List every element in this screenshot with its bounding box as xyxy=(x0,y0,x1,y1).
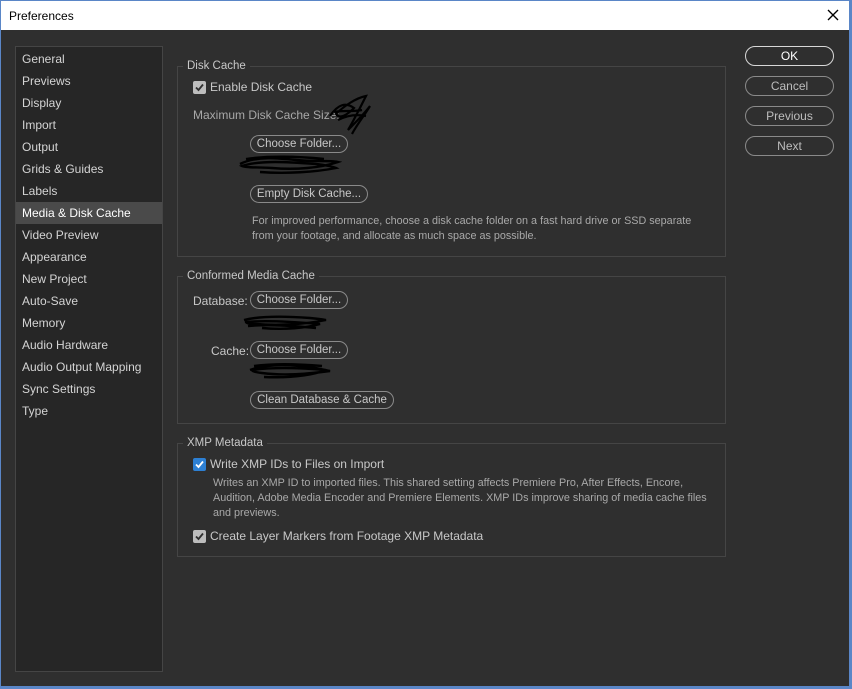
create-layer-markers-label: Create Layer Markers from Footage XMP Me… xyxy=(210,529,484,543)
write-xmp-ids-label: Write XMP IDs to Files on Import xyxy=(210,457,385,471)
window-title: Preferences xyxy=(9,9,74,23)
choose-cache-folder-button[interactable]: Choose Folder... xyxy=(250,341,348,359)
title-bar: Preferences xyxy=(0,0,850,30)
cancel-button[interactable]: Cancel xyxy=(745,76,834,96)
next-button[interactable]: Next xyxy=(745,136,834,156)
sidebar-item-previews[interactable]: Previews xyxy=(16,70,162,92)
preferences-sidebar: General Previews Display Import Output G… xyxy=(15,46,163,672)
sidebar-item-display[interactable]: Display xyxy=(16,92,162,114)
sidebar-item-new-project[interactable]: New Project xyxy=(16,268,162,290)
sidebar-item-video-preview[interactable]: Video Preview xyxy=(16,224,162,246)
conformed-media-cache-title: Conformed Media Cache xyxy=(183,269,319,283)
choose-database-folder-button[interactable]: Choose Folder... xyxy=(250,291,348,309)
previous-button[interactable]: Previous xyxy=(745,106,834,126)
sidebar-item-memory[interactable]: Memory xyxy=(16,312,162,334)
sidebar-item-type[interactable]: Type xyxy=(16,400,162,422)
max-disk-cache-size-label: Maximum Disk Cache Size: xyxy=(193,108,340,122)
database-label: Database: xyxy=(193,294,248,308)
sidebar-item-grids-guides[interactable]: Grids & Guides xyxy=(16,158,162,180)
sidebar-item-appearance[interactable]: Appearance xyxy=(16,246,162,268)
sidebar-item-media-disk-cache[interactable]: Media & Disk Cache xyxy=(16,202,162,224)
sidebar-item-audio-hardware[interactable]: Audio Hardware xyxy=(16,334,162,356)
write-xmp-ids-description: Writes an XMP ID to imported files. This… xyxy=(213,477,707,519)
window-border-left xyxy=(0,30,1,689)
enable-disk-cache-label: Enable Disk Cache xyxy=(210,80,313,94)
ok-button[interactable]: OK xyxy=(745,46,834,66)
redaction-scribble-cache xyxy=(249,362,331,379)
sidebar-item-auto-save[interactable]: Auto-Save xyxy=(16,290,162,312)
create-layer-markers-checkbox[interactable] xyxy=(193,530,206,543)
sidebar-item-import[interactable]: Import xyxy=(16,114,162,136)
disk-cache-description: For improved performance, choose a disk … xyxy=(252,215,692,242)
cache-label: Cache: xyxy=(211,344,250,358)
sidebar-item-sync-settings[interactable]: Sync Settings xyxy=(16,378,162,400)
redaction-scribble-path xyxy=(238,155,342,174)
redaction-scribble-database xyxy=(243,315,327,330)
clean-database-cache-button[interactable]: Clean Database & Cache xyxy=(250,391,394,409)
write-xmp-ids-checkbox[interactable] xyxy=(193,458,206,471)
sidebar-item-general[interactable]: General xyxy=(16,48,162,70)
sidebar-item-labels[interactable]: Labels xyxy=(16,180,162,202)
sidebar-item-output[interactable]: Output xyxy=(16,136,162,158)
redaction-scribble-size xyxy=(329,94,371,135)
close-icon[interactable] xyxy=(825,7,841,23)
enable-disk-cache-checkbox[interactable] xyxy=(193,81,206,94)
sidebar-item-audio-output-mapping[interactable]: Audio Output Mapping xyxy=(16,356,162,378)
empty-disk-cache-button[interactable]: Empty Disk Cache... xyxy=(250,185,368,203)
xmp-metadata-title: XMP Metadata xyxy=(183,436,267,450)
disk-cache-title: Disk Cache xyxy=(183,59,250,73)
